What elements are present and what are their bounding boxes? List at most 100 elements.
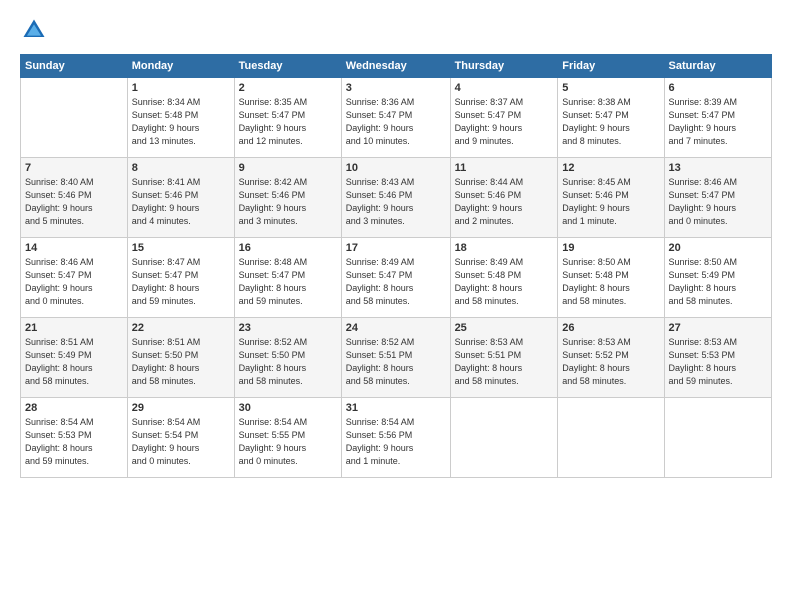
day-detail: Sunrise: 8:54 AM Sunset: 5:54 PM Dayligh… — [132, 416, 230, 468]
day-detail: Sunrise: 8:47 AM Sunset: 5:47 PM Dayligh… — [132, 256, 230, 308]
logo-icon — [20, 16, 48, 44]
weekday-thursday: Thursday — [450, 55, 558, 78]
day-number: 13 — [669, 162, 767, 174]
weekday-friday: Friday — [558, 55, 664, 78]
day-number: 26 — [562, 322, 659, 334]
day-detail: Sunrise: 8:46 AM Sunset: 5:47 PM Dayligh… — [25, 256, 123, 308]
weekday-monday: Monday — [127, 55, 234, 78]
week-row-5: 28 Sunrise: 8:54 AM Sunset: 5:53 PM Dayli… — [21, 398, 772, 478]
weekday-header-row: SundayMondayTuesdayWednesdayThursdayFrid… — [21, 55, 772, 78]
day-detail: Sunrise: 8:53 AM Sunset: 5:51 PM Dayligh… — [455, 336, 554, 388]
day-cell-23: 23 Sunrise: 8:52 AM Sunset: 5:50 PM Dayli… — [234, 318, 341, 398]
day-detail: Sunrise: 8:50 AM Sunset: 5:49 PM Dayligh… — [669, 256, 767, 308]
day-detail: Sunrise: 8:37 AM Sunset: 5:47 PM Dayligh… — [455, 96, 554, 148]
day-detail: Sunrise: 8:39 AM Sunset: 5:47 PM Dayligh… — [669, 96, 767, 148]
day-number: 27 — [669, 322, 767, 334]
day-number: 6 — [669, 82, 767, 94]
day-cell-15: 15Sunrise: 8:47 AM Sunset: 5:47 PM Dayli… — [127, 238, 234, 318]
day-number: 3 — [346, 82, 446, 94]
weekday-sunday: Sunday — [21, 55, 128, 78]
day-number: 11 — [455, 162, 554, 174]
day-number: 2 — [239, 82, 337, 94]
day-detail: Sunrise: 8:49 AM Sunset: 5:48 PM Dayligh… — [455, 256, 554, 308]
day-cell-22: 22 Sunrise: 8:51 AM Sunset: 5:50 PM Dayli… — [127, 318, 234, 398]
day-number: 22 — [132, 322, 230, 334]
day-cell-8: 8Sunrise: 8:41 AM Sunset: 5:46 PM Daylig… — [127, 158, 234, 238]
day-number: 16 — [239, 242, 337, 254]
week-row-3: 14 Sunrise: 8:46 AM Sunset: 5:47 PM Dayli… — [21, 238, 772, 318]
header — [20, 16, 772, 44]
weekday-tuesday: Tuesday — [234, 55, 341, 78]
day-detail: Sunrise: 8:54 AM Sunset: 5:56 PM Dayligh… — [346, 416, 446, 468]
day-cell-24: 24Sunrise: 8:52 AM Sunset: 5:51 PM Dayli… — [341, 318, 450, 398]
day-cell-10: 10Sunrise: 8:43 AM Sunset: 5:46 PM Dayli… — [341, 158, 450, 238]
day-cell-26: 26 Sunrise: 8:53 AM Sunset: 5:52 PM Dayli… — [558, 318, 664, 398]
day-cell-0 — [21, 78, 128, 158]
day-detail: Sunrise: 8:53 AM Sunset: 5:53 PM Dayligh… — [669, 336, 767, 388]
day-cell-1: 1 Sunrise: 8:34 AM Sunset: 5:48 PM Daylig… — [127, 78, 234, 158]
day-cell-34 — [664, 398, 771, 478]
day-detail: Sunrise: 8:38 AM Sunset: 5:47 PM Dayligh… — [562, 96, 659, 148]
day-number: 20 — [669, 242, 767, 254]
weekday-wednesday: Wednesday — [341, 55, 450, 78]
day-cell-11: 11 Sunrise: 8:44 AM Sunset: 5:46 PM Dayli… — [450, 158, 558, 238]
day-number: 18 — [455, 242, 554, 254]
day-cell-3: 3 Sunrise: 8:36 AM Sunset: 5:47 PM Daylig… — [341, 78, 450, 158]
day-detail: Sunrise: 8:34 AM Sunset: 5:48 PM Dayligh… — [132, 96, 230, 148]
day-number: 28 — [25, 402, 123, 414]
day-cell-33 — [558, 398, 664, 478]
day-detail: Sunrise: 8:53 AM Sunset: 5:52 PM Dayligh… — [562, 336, 659, 388]
day-cell-4: 4 Sunrise: 8:37 AM Sunset: 5:47 PM Daylig… — [450, 78, 558, 158]
day-cell-28: 28 Sunrise: 8:54 AM Sunset: 5:53 PM Dayli… — [21, 398, 128, 478]
day-number: 31 — [346, 402, 446, 414]
day-cell-9: 9Sunrise: 8:42 AM Sunset: 5:46 PM Daylig… — [234, 158, 341, 238]
day-cell-12: 12Sunrise: 8:45 AM Sunset: 5:46 PM Dayli… — [558, 158, 664, 238]
week-row-1: 1 Sunrise: 8:34 AM Sunset: 5:48 PM Daylig… — [21, 78, 772, 158]
day-cell-20: 20 Sunrise: 8:50 AM Sunset: 5:49 PM Dayli… — [664, 238, 771, 318]
day-detail: Sunrise: 8:41 AM Sunset: 5:46 PM Dayligh… — [132, 176, 230, 228]
day-cell-16: 16Sunrise: 8:48 AM Sunset: 5:47 PM Dayli… — [234, 238, 341, 318]
day-cell-25: 25Sunrise: 8:53 AM Sunset: 5:51 PM Dayli… — [450, 318, 558, 398]
day-detail: Sunrise: 8:44 AM Sunset: 5:46 PM Dayligh… — [455, 176, 554, 228]
day-cell-32 — [450, 398, 558, 478]
day-cell-17: 17 Sunrise: 8:49 AM Sunset: 5:47 PM Dayli… — [341, 238, 450, 318]
day-number: 21 — [25, 322, 123, 334]
day-number: 1 — [132, 82, 230, 94]
day-cell-18: 18 Sunrise: 8:49 AM Sunset: 5:48 PM Dayli… — [450, 238, 558, 318]
day-cell-6: 6 Sunrise: 8:39 AM Sunset: 5:47 PM Daylig… — [664, 78, 771, 158]
day-number: 30 — [239, 402, 337, 414]
day-detail: Sunrise: 8:52 AM Sunset: 5:51 PM Dayligh… — [346, 336, 446, 388]
day-number: 23 — [239, 322, 337, 334]
day-number: 4 — [455, 82, 554, 94]
day-cell-13: 13Sunrise: 8:46 AM Sunset: 5:47 PM Dayli… — [664, 158, 771, 238]
day-number: 10 — [346, 162, 446, 174]
day-number: 14 — [25, 242, 123, 254]
day-number: 7 — [25, 162, 123, 174]
day-detail: Sunrise: 8:36 AM Sunset: 5:47 PM Dayligh… — [346, 96, 446, 148]
day-cell-5: 5 Sunrise: 8:38 AM Sunset: 5:47 PM Daylig… — [558, 78, 664, 158]
day-detail: Sunrise: 8:52 AM Sunset: 5:50 PM Dayligh… — [239, 336, 337, 388]
day-detail: Sunrise: 8:54 AM Sunset: 5:53 PM Dayligh… — [25, 416, 123, 468]
day-detail: Sunrise: 8:51 AM Sunset: 5:50 PM Dayligh… — [132, 336, 230, 388]
logo — [20, 16, 50, 44]
day-detail: Sunrise: 8:54 AM Sunset: 5:55 PM Dayligh… — [239, 416, 337, 468]
day-number: 19 — [562, 242, 659, 254]
day-detail: Sunrise: 8:49 AM Sunset: 5:47 PM Dayligh… — [346, 256, 446, 308]
weekday-saturday: Saturday — [664, 55, 771, 78]
day-cell-31: 31 Sunrise: 8:54 AM Sunset: 5:56 PM Dayli… — [341, 398, 450, 478]
day-detail: Sunrise: 8:42 AM Sunset: 5:46 PM Dayligh… — [239, 176, 337, 228]
day-detail: Sunrise: 8:51 AM Sunset: 5:49 PM Dayligh… — [25, 336, 123, 388]
day-cell-30: 30 Sunrise: 8:54 AM Sunset: 5:55 PM Dayli… — [234, 398, 341, 478]
day-cell-2: 2Sunrise: 8:35 AM Sunset: 5:47 PM Daylig… — [234, 78, 341, 158]
day-number: 29 — [132, 402, 230, 414]
day-number: 17 — [346, 242, 446, 254]
day-cell-29: 29 Sunrise: 8:54 AM Sunset: 5:54 PM Dayli… — [127, 398, 234, 478]
calendar-table: SundayMondayTuesdayWednesdayThursdayFrid… — [20, 54, 772, 478]
day-number: 5 — [562, 82, 659, 94]
day-cell-14: 14 Sunrise: 8:46 AM Sunset: 5:47 PM Dayli… — [21, 238, 128, 318]
day-detail: Sunrise: 8:50 AM Sunset: 5:48 PM Dayligh… — [562, 256, 659, 308]
page: SundayMondayTuesdayWednesdayThursdayFrid… — [0, 0, 792, 612]
day-detail: Sunrise: 8:40 AM Sunset: 5:46 PM Dayligh… — [25, 176, 123, 228]
day-cell-27: 27 Sunrise: 8:53 AM Sunset: 5:53 PM Dayli… — [664, 318, 771, 398]
week-row-4: 21 Sunrise: 8:51 AM Sunset: 5:49 PM Dayli… — [21, 318, 772, 398]
